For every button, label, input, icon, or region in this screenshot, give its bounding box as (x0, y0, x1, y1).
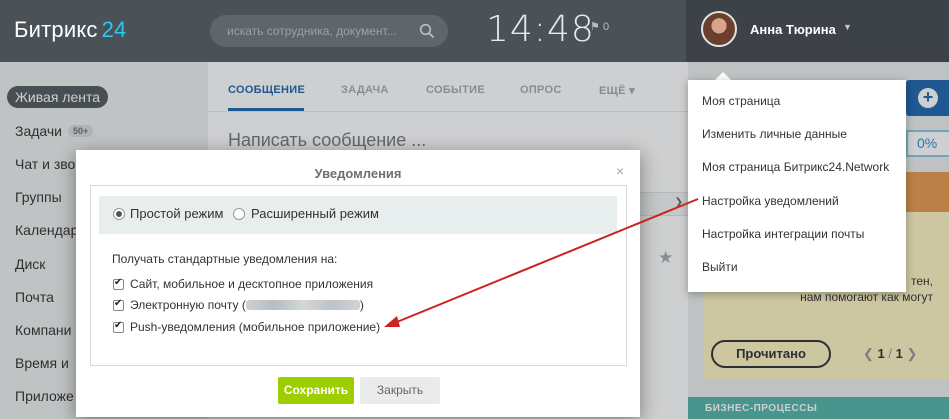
radio-simple-mode[interactable] (113, 208, 125, 220)
mode-selector: Простой режим Расширенный режим (99, 196, 617, 234)
email-label-prefix: Электронную почту ( (130, 298, 246, 312)
checkbox-site-apps-label[interactable]: Сайт, мобильное и десктопное приложения (130, 277, 373, 291)
close-button[interactable]: Закрыть (360, 377, 440, 404)
user-name[interactable]: Анна Тюрина (750, 22, 836, 37)
menu-item-edit-profile[interactable]: Изменить личные данные (702, 127, 847, 141)
flag-count: 0 (602, 21, 610, 33)
search-input[interactable]: искать сотрудника, документ... (210, 15, 448, 47)
avatar[interactable] (701, 11, 737, 47)
radio-advanced-mode[interactable] (233, 208, 245, 220)
menu-item-mail-integration[interactable]: Настройка интеграции почты (702, 227, 864, 241)
app-logo[interactable]: Битрикс 24 (14, 17, 126, 43)
chevron-down-icon[interactable]: ▼ (843, 22, 852, 32)
close-icon[interactable]: × (616, 163, 624, 179)
menu-item-my-page[interactable]: Моя страница (702, 94, 780, 108)
dialog-title: Уведомления (314, 166, 402, 181)
flag-counter[interactable]: ⚑ 0 (590, 20, 609, 33)
radio-advanced-label[interactable]: Расширенный режим (251, 206, 379, 221)
section-label: Получать стандартные уведомления на: (112, 252, 338, 266)
radio-simple-label[interactable]: Простой режим (130, 206, 223, 221)
menu-item-network-page[interactable]: Моя страница Битрикс24.Network (702, 160, 889, 174)
checkbox-push[interactable] (113, 320, 124, 333)
clock[interactable]: 14:48 (486, 9, 595, 50)
email-label-suffix: ) (359, 298, 364, 312)
logo-accent: 24 (101, 17, 127, 42)
checkbox-push-label[interactable]: Push-уведомления (мобильное приложение) (130, 320, 380, 334)
logo-text: Битрикс (14, 17, 98, 42)
save-button[interactable]: Сохранить (278, 377, 354, 404)
user-menu: Моя страница Изменить личные данные Моя … (688, 80, 906, 292)
flag-icon: ⚑ (590, 21, 600, 33)
checkbox-email-label[interactable]: Электронную почту () (130, 298, 364, 312)
search-icon[interactable] (419, 23, 435, 39)
checkbox-email[interactable] (113, 298, 124, 311)
search-placeholder: искать сотрудника, документ... (227, 24, 397, 38)
top-header: Битрикс 24 искать сотрудника, документ...… (0, 0, 949, 62)
menu-item-logout[interactable]: Выйти (702, 260, 738, 274)
menu-pointer (715, 72, 731, 80)
checkbox-site-apps[interactable] (113, 277, 124, 290)
dialog-body: Простой режим Расширенный режим Получать… (90, 185, 627, 366)
menu-item-notification-settings[interactable]: Настройка уведомлений (702, 194, 839, 208)
notifications-dialog: Уведомления × Простой режим Расширенный … (76, 150, 640, 417)
redacted-email (245, 300, 360, 310)
